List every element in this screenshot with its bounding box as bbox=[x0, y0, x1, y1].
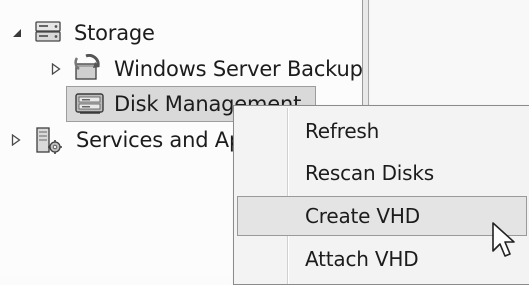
collapsed-arrow-icon[interactable] bbox=[49, 62, 63, 76]
context-menu: Refresh Rescan Disks Create VHD Attach V… bbox=[233, 105, 529, 285]
menu-item-create-vhd[interactable]: Create VHD bbox=[237, 196, 527, 236]
menu-item-label: Attach VHD bbox=[305, 247, 419, 271]
menu-item-label: Create VHD bbox=[305, 204, 420, 228]
disk-management-icon bbox=[74, 91, 106, 121]
menu-item-label: Refresh bbox=[305, 119, 380, 143]
tree-label-storage: Storage bbox=[74, 21, 155, 45]
collapsed-arrow-icon[interactable] bbox=[9, 133, 23, 147]
menu-item-refresh[interactable]: Refresh bbox=[237, 111, 527, 151]
menu-item-attach-vhd[interactable]: Attach VHD bbox=[237, 239, 527, 279]
services-icon bbox=[34, 126, 64, 160]
expanded-arrow-icon[interactable] bbox=[10, 26, 24, 40]
tree-label-windows-server-backup: Windows Server Backup bbox=[114, 57, 363, 81]
backup-icon bbox=[72, 53, 102, 88]
menu-item-rescan-disks[interactable]: Rescan Disks bbox=[237, 153, 527, 193]
menu-item-label: Rescan Disks bbox=[305, 161, 434, 185]
mouse-pointer-icon bbox=[491, 221, 517, 261]
storage-icon bbox=[34, 20, 64, 50]
